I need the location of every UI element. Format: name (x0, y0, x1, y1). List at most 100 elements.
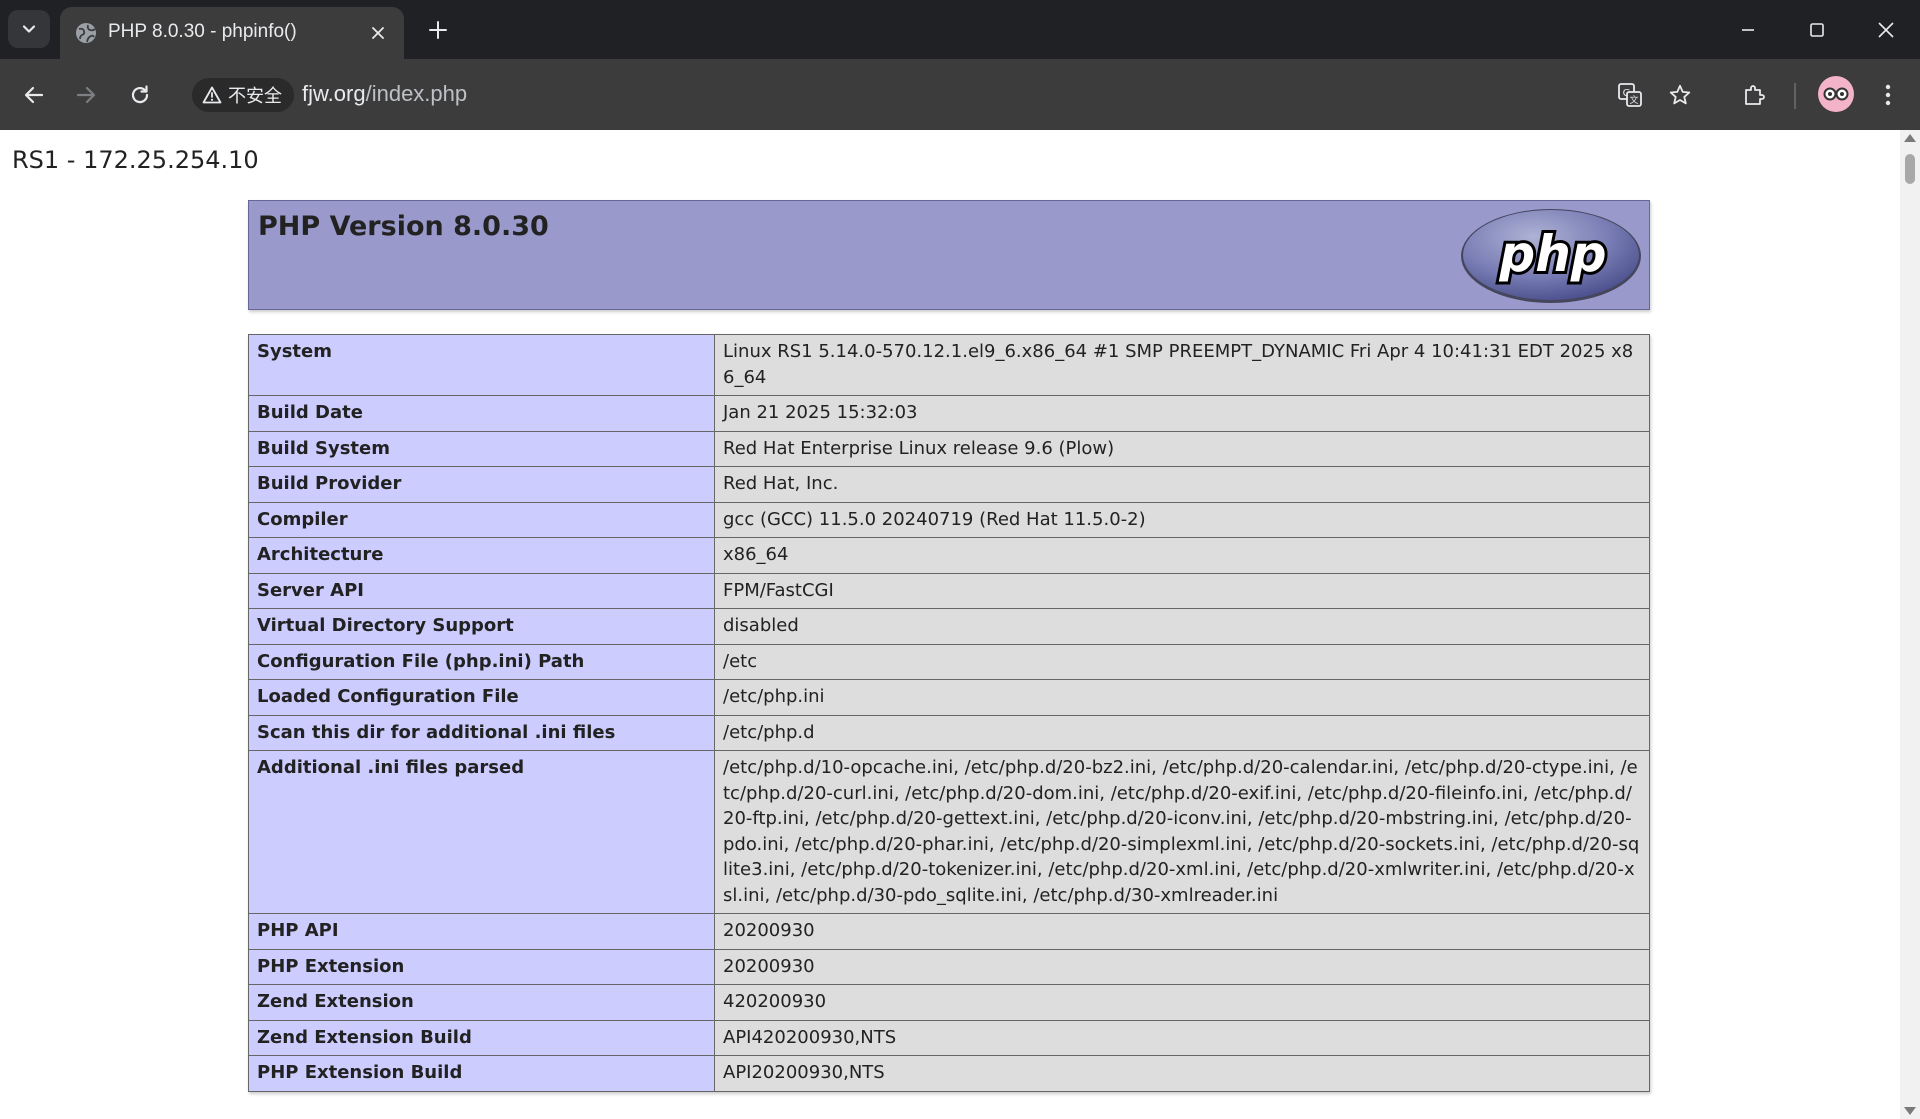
toolbar-divider (1794, 83, 1796, 109)
row-value: Linux RS1 5.14.0-570.12.1.el9_6.x86_64 #… (714, 334, 1650, 396)
row-value: 420200930 (714, 984, 1650, 1021)
minimize-button[interactable] (1714, 0, 1782, 59)
window-close-button[interactable] (1852, 0, 1920, 59)
php-logo[interactable]: php (1459, 207, 1643, 305)
row-value: /etc/php.d (714, 714, 1650, 751)
more-vertical-icon (1885, 84, 1891, 106)
table-row: PHP Extension Build API20200930,NTS (248, 1055, 1650, 1092)
row-value: /etc (714, 643, 1650, 680)
active-tab[interactable]: PHP 8.0.30 - phpinfo() (60, 7, 404, 59)
row-value: API420200930,NTS (714, 1019, 1650, 1056)
table-row: Zend Extension 420200930 (248, 984, 1650, 1021)
row-value: 20200930 (714, 948, 1650, 985)
page-viewport: RS1 - 172.25.254.10 PHP Version 8.0.30 p… (0, 130, 1900, 1119)
table-row: Compiler gcc (GCC) 11.5.0 20240719 (Red H… (248, 501, 1650, 538)
url-text[interactable]: fjw.org/index.php (302, 81, 467, 107)
tab-title: PHP 8.0.30 - phpinfo() (108, 21, 297, 42)
row-key: Architecture (248, 537, 715, 574)
table-row: Zend Extension Build API420200930,NTS (248, 1019, 1650, 1056)
row-value: x86_64 (714, 537, 1650, 574)
extensions-button[interactable] (1734, 75, 1774, 115)
reload-icon (131, 85, 149, 104)
row-key: Scan this dir for additional .ini files (248, 714, 715, 751)
row-value: Red Hat, Inc. (714, 466, 1650, 503)
table-row: Build System Red Hat Enterprise Linux rel… (248, 430, 1650, 467)
row-key: Virtual Directory Support (248, 608, 715, 645)
scroll-down-arrow[interactable] (1904, 1107, 1916, 1115)
row-key: PHP Extension Build (248, 1055, 715, 1092)
row-key: Build Provider (248, 466, 715, 503)
table-row: Virtual Directory Support disabled (248, 608, 1650, 645)
row-key: Compiler (248, 501, 715, 538)
url-path: /index.php (365, 81, 468, 106)
tab-search-button[interactable] (8, 10, 50, 48)
security-label: 不安全 (228, 86, 282, 106)
row-value: 20200930 (714, 913, 1650, 950)
table-row: System Linux RS1 5.14.0-570.12.1.el9_6.x8… (248, 334, 1650, 396)
table-row: Architecture x86_64 (248, 537, 1650, 574)
row-key: Zend Extension Build (248, 1019, 715, 1056)
translate-button[interactable]: G文 (1614, 79, 1646, 111)
row-key: Build System (248, 430, 715, 467)
tab-strip: PHP 8.0.30 - phpinfo() (0, 0, 1920, 59)
forward-button[interactable] (66, 75, 106, 115)
php-info-table: System Linux RS1 5.14.0-570.12.1.el9_6.x8… (248, 334, 1650, 1092)
chevron-down-icon (22, 25, 36, 33)
arrow-left-icon (24, 86, 44, 104)
scroll-thumb[interactable] (1905, 154, 1915, 184)
page-title: PHP Version 8.0.30 (258, 211, 549, 242)
reload-button[interactable] (120, 75, 160, 115)
svg-text:php: php (1498, 225, 1606, 283)
scroll-up-arrow[interactable] (1904, 134, 1916, 142)
url-host: fjw.org (302, 81, 366, 106)
row-value: API20200930,NTS (714, 1055, 1650, 1092)
table-row: Build Provider Red Hat, Inc. (248, 466, 1650, 503)
back-button[interactable] (14, 75, 54, 115)
menu-button[interactable] (1868, 75, 1908, 115)
browser-toolbar: 不安全 fjw.org/index.php G文 (0, 59, 1920, 130)
close-icon (1878, 21, 1894, 38)
row-key: Server API (248, 572, 715, 609)
row-key: Additional .ini files parsed (248, 750, 715, 914)
svg-text:文: 文 (1629, 94, 1638, 106)
page-scrollbar[interactable] (1900, 130, 1920, 1119)
server-label: RS1 - 172.25.254.10 (12, 146, 259, 174)
maximize-icon (1810, 22, 1824, 37)
plus-icon (429, 21, 447, 39)
bookmark-star-button[interactable] (1664, 79, 1696, 111)
warning-icon (202, 86, 222, 104)
table-row: PHP API 20200930 (248, 913, 1650, 950)
puzzle-icon (1745, 85, 1765, 105)
maximize-button[interactable] (1783, 0, 1851, 59)
table-row: Scan this dir for additional .ini files /… (248, 714, 1650, 751)
row-key: PHP Extension (248, 948, 715, 985)
close-icon (372, 27, 384, 39)
row-value: /etc/php.ini (714, 679, 1650, 716)
table-row: Configuration File (php.ini) Path/etc (248, 643, 1650, 680)
row-value: gcc (GCC) 11.5.0 20240719 (Red Hat 11.5.… (714, 501, 1650, 538)
row-key: Configuration File (php.ini) Path (248, 643, 715, 680)
tab-close-button[interactable] (364, 19, 392, 47)
table-row: Additional .ini files parsed/etc/php.d/1… (248, 750, 1650, 914)
glasses-icon (1823, 87, 1849, 101)
row-value: /etc/php.d/10-opcache.ini, /etc/php.d/20… (714, 750, 1650, 914)
profile-avatar[interactable] (1818, 76, 1854, 112)
php-version-header: PHP Version 8.0.30 php (248, 200, 1650, 310)
row-key: System (248, 334, 715, 396)
arrow-right-icon (76, 86, 96, 104)
row-key: Zend Extension (248, 984, 715, 1021)
star-icon (1669, 84, 1691, 105)
row-value: disabled (714, 608, 1650, 645)
table-row: PHP Extension 20200930 (248, 948, 1650, 985)
row-value: FPM/FastCGI (714, 572, 1650, 609)
new-tab-button[interactable] (420, 12, 456, 48)
row-value: Jan 21 2025 15:32:03 (714, 395, 1650, 432)
row-key: PHP API (248, 913, 715, 950)
table-row: Loaded Configuration File/etc/php.ini (248, 679, 1650, 716)
address-bar[interactable]: 不安全 fjw.org/index.php G文 (180, 70, 1691, 120)
table-row: Build Date Jan 21 2025 15:32:03 (248, 395, 1650, 432)
globe-icon (76, 23, 96, 43)
row-key: Build Date (248, 395, 715, 432)
security-indicator[interactable]: 不安全 (192, 78, 294, 112)
minimize-icon (1742, 28, 1754, 31)
